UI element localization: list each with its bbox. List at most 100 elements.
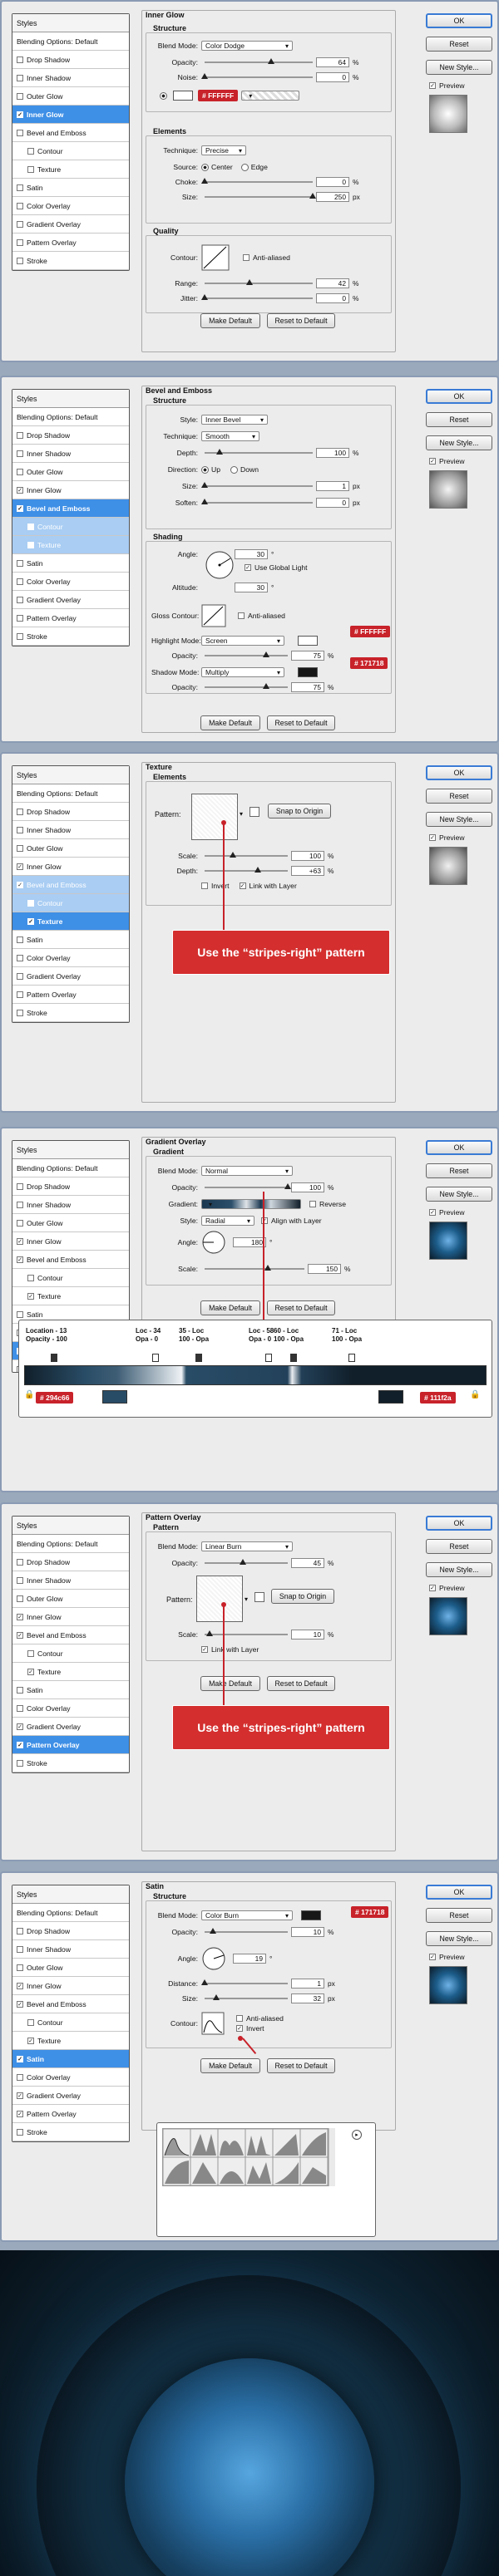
reset-button[interactable]: Reset <box>426 789 492 804</box>
reset-to-default-button[interactable]: Reset to Default <box>267 1676 335 1691</box>
reset-button[interactable]: Reset <box>426 37 492 52</box>
anti-aliased-checkbox[interactable]: Anti-aliased <box>243 253 290 262</box>
style-item-drop-shadow[interactable]: Drop Shadow <box>12 426 129 445</box>
style-checkbox[interactable]: ✓ <box>17 504 23 512</box>
style-item-gradient-overlay[interactable]: Gradient Overlay <box>12 591 129 609</box>
new-style-button[interactable]: New Style... <box>426 1187 492 1202</box>
new-style-button[interactable]: New Style... <box>426 1562 492 1577</box>
preview-checkbox[interactable]: ✓ Preview <box>429 1208 465 1217</box>
opacity-stop-marker[interactable] <box>152 1354 159 1362</box>
style-checkbox[interactable]: ✓ <box>17 2000 23 2008</box>
reset-button[interactable]: Reset <box>426 1163 492 1178</box>
preview-checkbox[interactable]: ✓ Preview <box>429 81 465 90</box>
style-checkbox[interactable] <box>17 2073 23 2081</box>
style-checkbox[interactable] <box>17 1009 23 1016</box>
highlight-mode-select[interactable]: Screen <box>201 636 284 646</box>
gradient-select[interactable] <box>201 1199 301 1209</box>
angle-dial[interactable] <box>201 1230 226 1255</box>
reset-to-default-button[interactable]: Reset to Default <box>267 313 335 328</box>
style-checkbox[interactable] <box>17 184 23 191</box>
style-item-drop-shadow[interactable]: Drop Shadow <box>12 803 129 821</box>
style-item-pattern-overlay[interactable]: Pattern Overlay <box>12 609 129 627</box>
style-item-inner-shadow[interactable]: Inner Shadow <box>12 1940 129 1959</box>
opacity-value[interactable]: 10 <box>291 1927 324 1937</box>
scale-slider[interactable] <box>205 1630 288 1636</box>
style-checkbox[interactable]: ✓ <box>17 111 23 118</box>
distance-slider[interactable] <box>201 1979 288 1985</box>
style-checkbox[interactable] <box>17 614 23 622</box>
style-checkbox[interactable]: ✓ <box>17 1256 23 1263</box>
preview-checkbox[interactable]: ✓ Preview <box>429 457 465 465</box>
reset-button[interactable]: Reset <box>426 1908 492 1923</box>
style-item-color-overlay[interactable]: Color Overlay <box>12 2068 129 2087</box>
style-item-inner-shadow[interactable]: Inner Shadow <box>12 69 129 87</box>
ok-button[interactable]: OK <box>426 1140 492 1155</box>
opacity-stop-marker[interactable] <box>195 1354 202 1362</box>
style-item-drop-shadow[interactable]: Drop Shadow <box>12 1553 129 1571</box>
size-value[interactable]: 250 <box>316 192 349 202</box>
style-checkbox[interactable]: ✓ <box>17 2055 23 2062</box>
opacity-slider[interactable] <box>205 1928 288 1934</box>
style-checkbox[interactable] <box>17 1310 23 1318</box>
color-swatch[interactable] <box>173 91 193 101</box>
ok-button[interactable]: OK <box>426 1885 492 1900</box>
ok-button[interactable]: OK <box>426 1516 492 1531</box>
style-checkbox[interactable] <box>17 450 23 457</box>
chevron-down-icon[interactable]: ▾ <box>245 1595 248 1603</box>
opacity-value[interactable]: 45 <box>291 1558 324 1568</box>
technique-select[interactable]: Precise <box>201 145 246 155</box>
style-checkbox[interactable] <box>17 1964 23 1971</box>
contour-preview[interactable] <box>201 2012 225 2035</box>
style-checkbox[interactable] <box>27 165 34 173</box>
style-checkbox[interactable] <box>17 1182 23 1190</box>
anti-aliased-checkbox[interactable]: Anti-aliased <box>238 612 285 620</box>
style-checkbox[interactable]: ✓ <box>17 1237 23 1245</box>
play-menu-icon[interactable]: ▸ <box>352 2130 362 2140</box>
style-item-outer-glow[interactable]: Outer Glow <box>12 87 129 106</box>
noise-slider[interactable] <box>201 73 313 79</box>
altitude-value[interactable]: 30 <box>235 583 268 592</box>
style-item-contour[interactable]: Contour <box>12 518 129 536</box>
style-item-inner-glow[interactable]: ✓ Inner Glow <box>12 858 129 876</box>
soften-slider[interactable] <box>201 499 313 504</box>
style-item-pattern-overlay[interactable]: Pattern Overlay <box>12 234 129 252</box>
style-checkbox[interactable] <box>17 257 23 264</box>
style-checkbox[interactable]: ✓ <box>17 1741 23 1748</box>
style-checkbox[interactable] <box>17 972 23 980</box>
blend-mode-select[interactable]: Linear Burn <box>201 1541 293 1551</box>
noise-value[interactable]: 0 <box>316 72 349 82</box>
up-radio[interactable] <box>201 465 209 474</box>
chevron-down-icon[interactable]: ▾ <box>240 810 243 818</box>
style-checkbox[interactable] <box>17 1686 23 1694</box>
preview-checkbox[interactable]: ✓ Preview <box>429 833 465 842</box>
style-item-stroke[interactable]: Stroke <box>12 2123 129 2141</box>
reset-to-default-button[interactable]: Reset to Default <box>267 1300 335 1315</box>
pattern-picker[interactable] <box>196 1576 243 1622</box>
style-item-drop-shadow[interactable]: Drop Shadow <box>12 51 129 69</box>
style-checkbox[interactable]: ✓ <box>17 1982 23 1989</box>
invert-checkbox[interactable]: ✓ Invert <box>236 2024 284 2033</box>
style-item-inner-shadow[interactable]: Inner Shadow <box>12 821 129 839</box>
style-item-drop-shadow[interactable]: Drop Shadow <box>12 1922 129 1940</box>
make-default-button[interactable]: Make Default <box>200 2058 260 2073</box>
style-item-texture[interactable]: Texture <box>12 160 129 179</box>
align-with-layer-checkbox[interactable]: ✓ Align with Layer <box>261 1217 322 1225</box>
style-checkbox[interactable] <box>27 147 34 155</box>
size-slider[interactable] <box>201 482 313 488</box>
style-checkbox[interactable] <box>17 578 23 585</box>
center-radio[interactable] <box>201 163 209 171</box>
style-checkbox[interactable] <box>17 844 23 852</box>
style-checkbox[interactable] <box>17 1576 23 1584</box>
opacity-slider[interactable] <box>205 1559 288 1565</box>
left-color-swatch[interactable] <box>102 1390 127 1404</box>
style-item-satin[interactable]: Satin <box>12 554 129 573</box>
blending-options-item[interactable]: Blending Options: Default <box>12 408 129 426</box>
style-item-bevel-and-emboss[interactable]: ✓ Bevel and Emboss <box>12 1995 129 2013</box>
style-item-texture[interactable]: ✓ Texture <box>12 1663 129 1681</box>
opacity-stop-marker[interactable] <box>348 1354 355 1362</box>
style-checkbox[interactable] <box>17 74 23 81</box>
style-checkbox[interactable] <box>27 1274 34 1281</box>
highlight-opacity-slider[interactable] <box>205 651 288 657</box>
style-item-inner-shadow[interactable]: Inner Shadow <box>12 1571 129 1590</box>
snap-to-origin-button[interactable]: Snap to Origin <box>268 804 331 819</box>
